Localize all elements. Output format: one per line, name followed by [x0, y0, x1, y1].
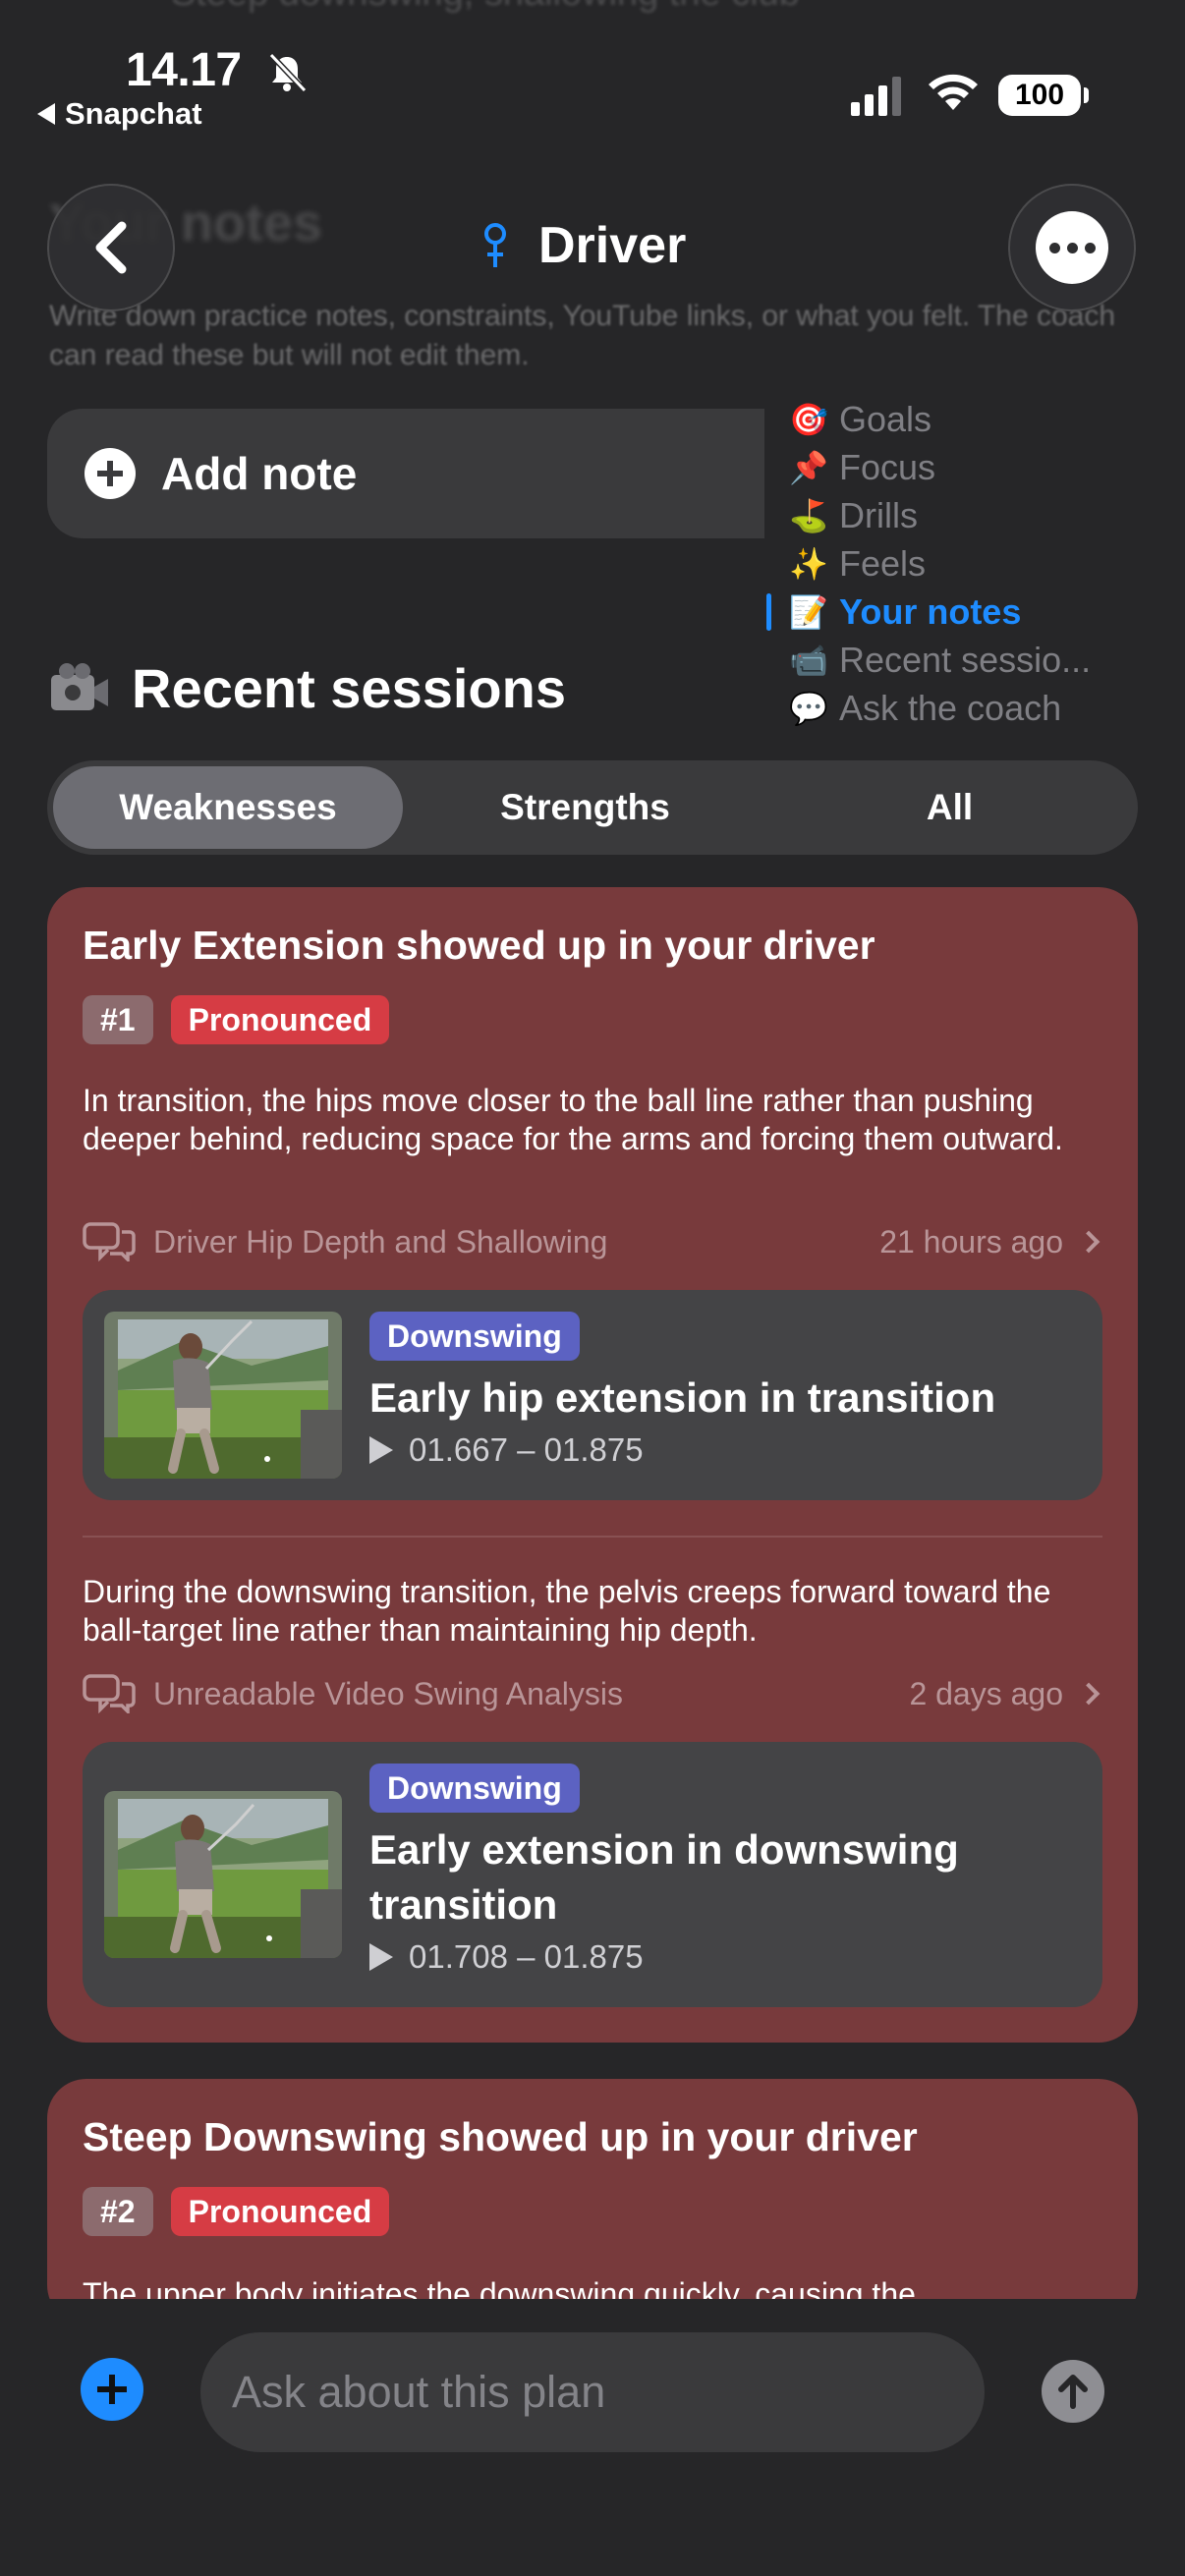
- session-source-link[interactable]: Unreadable Video Swing Analysis 2 days a…: [83, 1671, 1104, 1716]
- play-icon: [369, 1943, 393, 1971]
- play-icon: [369, 1436, 393, 1464]
- observation-text: In transition, the hips move closer to t…: [83, 1083, 1063, 1156]
- back-triangle-icon: [37, 103, 55, 125]
- bell-muted-icon: [268, 52, 308, 93]
- clip-time-range: 01.667 – 01.875: [369, 1431, 644, 1469]
- swing-video-thumbnail: [104, 1791, 342, 1958]
- session-source-link[interactable]: Driver Hip Depth and Shallowing 21 hours…: [83, 1219, 1104, 1264]
- toc-item-recent-sessions[interactable]: 📹 Recent sessio...: [788, 636, 1138, 684]
- swing-phase-tag: Downswing: [369, 1312, 580, 1361]
- session-filter-control: Weaknesses Strengths All: [47, 760, 1138, 855]
- weakness-title: Early Extension showed up in your driver: [83, 923, 875, 968]
- video-camera-icon: [51, 662, 108, 710]
- ellipsis-icon: [1036, 211, 1108, 284]
- observation-text: During the downswing transition, the pel…: [83, 1574, 1051, 1648]
- pushpin-icon: 📌: [789, 449, 828, 485]
- recent-sessions-heading: Recent sessions: [49, 656, 566, 720]
- back-app-label: Snapchat: [65, 96, 202, 131]
- ask-coach-input[interactable]: [200, 2332, 985, 2452]
- toc-item-focus[interactable]: 📌 Focus: [788, 443, 1138, 491]
- chat-bubbles-icon: [83, 1674, 136, 1713]
- chevron-right-icon: [1077, 1682, 1100, 1706]
- severity-badge: Pronounced: [170, 2187, 390, 2236]
- page-title: Driver: [481, 216, 686, 275]
- speech-bubble-icon: 💬: [789, 690, 828, 726]
- chevron-right-icon: [1077, 1230, 1100, 1254]
- toc-item-feels[interactable]: ✨ Feels: [788, 539, 1138, 588]
- toc-item-drills[interactable]: ⛳ Drills: [788, 491, 1138, 539]
- memo-icon: 📝: [789, 593, 828, 630]
- section-index: 🎯 Goals 📌 Focus ⛳ Drills ✨ Feels 📝 Your notes…: [764, 391, 1138, 735]
- battery-indicator: 100: [998, 75, 1089, 116]
- sparkles-icon: ✨: [789, 545, 828, 582]
- toc-item-goals[interactable]: 🎯 Goals: [788, 395, 1138, 443]
- toc-label: Drills: [839, 494, 918, 535]
- ghost-section-description: Write down practice notes, constraints, …: [49, 300, 1116, 371]
- clip-time-range: 01.708 – 01.875: [369, 1938, 644, 1976]
- swing-phase-tag: Downswing: [369, 1764, 580, 1813]
- plus-circle-icon: [85, 448, 136, 499]
- cellular-signal-icon: [851, 77, 901, 116]
- rank-badge: #2: [83, 2187, 153, 2236]
- send-button[interactable]: [1042, 2360, 1104, 2423]
- session-time-ago: 21 hours ago: [879, 1223, 1063, 1260]
- weakness-title: Steep Downswing showed up in your driver: [83, 2114, 918, 2159]
- severity-badge: Pronounced: [170, 995, 390, 1044]
- video-clip-card[interactable]: Downswing Early hip extension in transit…: [83, 1290, 1102, 1500]
- recent-sessions-title: Recent sessions: [132, 657, 566, 719]
- toc-label: Ask the coach: [839, 687, 1062, 728]
- session-time-ago: 2 days ago: [909, 1675, 1063, 1711]
- target-icon: 🎯: [789, 401, 828, 437]
- toc-item-ask-coach[interactable]: 💬 Ask the coach: [788, 684, 1138, 732]
- add-note-label: Add note: [161, 448, 358, 499]
- swing-video-thumbnail: [104, 1312, 342, 1479]
- weakness-card: Steep Downswing showed up in your driver…: [47, 2079, 1138, 2324]
- tab-weaknesses[interactable]: Weaknesses: [53, 766, 403, 849]
- badge-row: #1 Pronounced: [83, 995, 390, 1044]
- arrow-up-icon: [1058, 2375, 1088, 2409]
- back-button[interactable]: [47, 184, 175, 311]
- status-time: 14.17: [126, 44, 242, 96]
- clip-title: Early hip extension in transition: [369, 1374, 996, 1421]
- clip-range-text: 01.708 – 01.875: [409, 1938, 644, 1975]
- tab-all[interactable]: All: [767, 766, 1132, 849]
- badge-row: #2 Pronounced: [83, 2187, 390, 2236]
- clip-title: Early extension in downswing transition: [369, 1826, 959, 1928]
- scrolled-bullet-text: • Steep downswing, shallowing the club: [147, 0, 800, 15]
- wifi-icon: [929, 74, 978, 110]
- tab-strengths[interactable]: Strengths: [403, 766, 767, 849]
- golf-flag-icon: ⛳: [789, 497, 828, 533]
- more-options-button[interactable]: [1008, 184, 1136, 311]
- clip-range-text: 01.667 – 01.875: [409, 1431, 644, 1468]
- attach-plus-button[interactable]: [81, 2358, 143, 2421]
- toc-label: Focus: [839, 446, 936, 487]
- session-name: Unreadable Video Swing Analysis: [153, 1675, 623, 1711]
- toc-label: Goals: [839, 398, 932, 439]
- observation-divider: [83, 1536, 1102, 1538]
- back-to-app-link[interactable]: Snapchat: [37, 96, 202, 132]
- rank-badge: #1: [83, 995, 153, 1044]
- toc-label: Recent sessio...: [839, 639, 1092, 680]
- video-clip-card[interactable]: Downswing Early extension in downswing t…: [83, 1742, 1102, 2007]
- chevron-left-icon: [95, 221, 127, 274]
- location-pin-icon: [484, 223, 506, 267]
- video-camera-icon: 📹: [789, 642, 828, 678]
- toc-label: Your notes: [839, 590, 1022, 632]
- session-name: Driver Hip Depth and Shallowing: [153, 1223, 608, 1260]
- weakness-card: Early Extension showed up in your driver…: [47, 887, 1138, 2043]
- toc-item-your-notes[interactable]: 📝 Your notes: [766, 588, 1138, 636]
- toc-label: Feels: [839, 542, 927, 584]
- page-title-text: Driver: [538, 217, 687, 274]
- chat-bubbles-icon: [83, 1222, 136, 1261]
